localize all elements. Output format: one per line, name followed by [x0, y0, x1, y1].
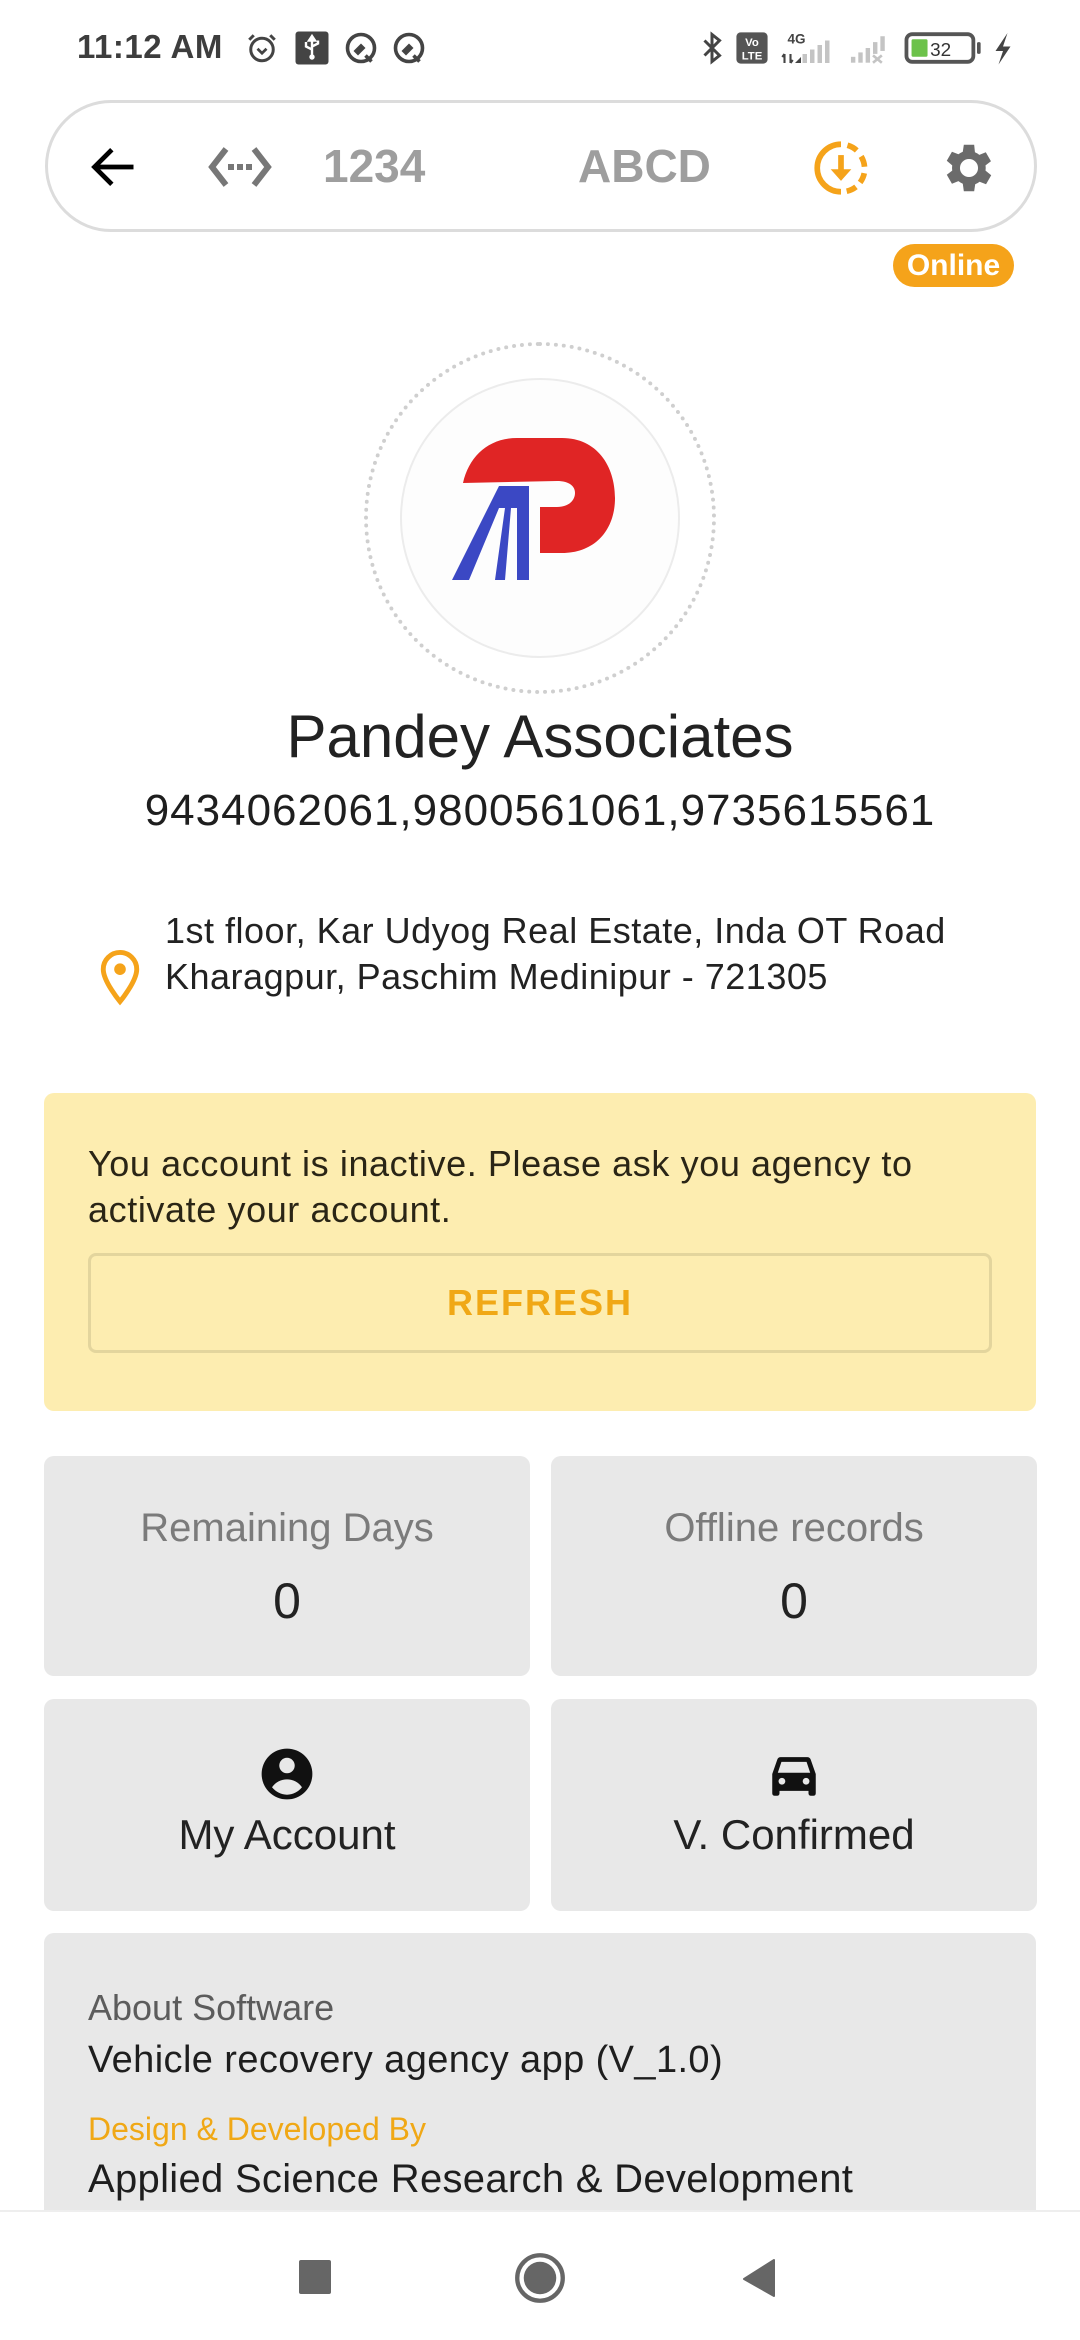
recent-apps-icon[interactable] — [299, 2260, 331, 2294]
status-bar: 11:12 AM Vo LTE 4G 32 — [0, 0, 1080, 96]
car-icon — [772, 1757, 816, 1796]
about-software-card: About Software Vehicle recovery agency a… — [44, 1933, 1036, 2213]
offline-records-label: Offline records — [664, 1506, 924, 1550]
alert-message: You account is inactive. Please ask you … — [88, 1143, 913, 1230]
remaining-days-value: 0 — [273, 1573, 301, 1629]
inactive-account-alert: You account is inactive. Please ask you … — [44, 1093, 1036, 1411]
app-bar: 1234 ABCD — [45, 100, 1037, 232]
svg-text:4G: 4G — [788, 32, 806, 47]
signal-no-service-icon — [850, 36, 885, 64]
location-pin-icon — [100, 950, 140, 1006]
my-account-label: My Account — [178, 1811, 396, 1858]
volte-icon: Vo LTE — [736, 32, 768, 64]
offline-records-card[interactable]: Offline records 0 — [551, 1456, 1037, 1676]
gear-icon[interactable] — [938, 137, 1000, 199]
system-nav-bar — [0, 2210, 1080, 2340]
bluetooth-icon — [703, 31, 722, 65]
company-phones: 9434062061,9800561061,9735615561 — [144, 786, 936, 835]
status-badge: Online — [893, 244, 1014, 287]
v-confirmed-label: V. Confirmed — [673, 1811, 915, 1858]
my-account-button[interactable]: My Account — [44, 1699, 530, 1911]
remaining-days-card: Remaining Days 0 — [44, 1456, 530, 1676]
developer-name: Applied Science Research & Development — [88, 2157, 854, 2201]
status-time: 11:12 AM — [77, 28, 223, 65]
dnd-icon — [393, 32, 425, 64]
v-confirmed-button[interactable]: V. Confirmed — [551, 1699, 1037, 1911]
home-icon[interactable] — [514, 2252, 566, 2304]
company-logo — [452, 438, 615, 580]
company-name: Pandey Associates — [286, 703, 794, 770]
offline-records-value: 0 — [780, 1573, 808, 1629]
settings-ethernet-icon[interactable] — [208, 143, 272, 191]
svg-text:Vo: Vo — [745, 37, 759, 49]
svg-text:LTE: LTE — [742, 50, 763, 62]
downloading-icon[interactable] — [810, 137, 872, 199]
app-version: Vehicle recovery agency app (V_1.0) — [88, 2039, 724, 2081]
back-icon[interactable] — [740, 2258, 776, 2298]
about-heading: About Software — [88, 1987, 335, 2028]
name-value: ABCD — [578, 140, 711, 192]
arrow-back-icon[interactable] — [88, 141, 140, 193]
dnd-icon — [345, 32, 377, 64]
company-address: 1st floor, Kar Udyog Real Estate, Inda O… — [165, 910, 946, 997]
alarm-icon — [248, 34, 276, 63]
usb-icon — [295, 31, 329, 65]
charging-icon — [995, 33, 1011, 65]
code-value: 1234 — [323, 140, 426, 192]
signal-icon: 4G — [781, 32, 830, 64]
refresh-button[interactable]: REFRESH — [88, 1253, 992, 1353]
account-circle-icon — [261, 1748, 313, 1800]
svg-text:32: 32 — [930, 40, 951, 61]
remaining-days-label: Remaining Days — [140, 1506, 434, 1550]
battery-icon: 32 — [904, 32, 981, 64]
developer-heading: Design & Developed By — [88, 2111, 426, 2147]
